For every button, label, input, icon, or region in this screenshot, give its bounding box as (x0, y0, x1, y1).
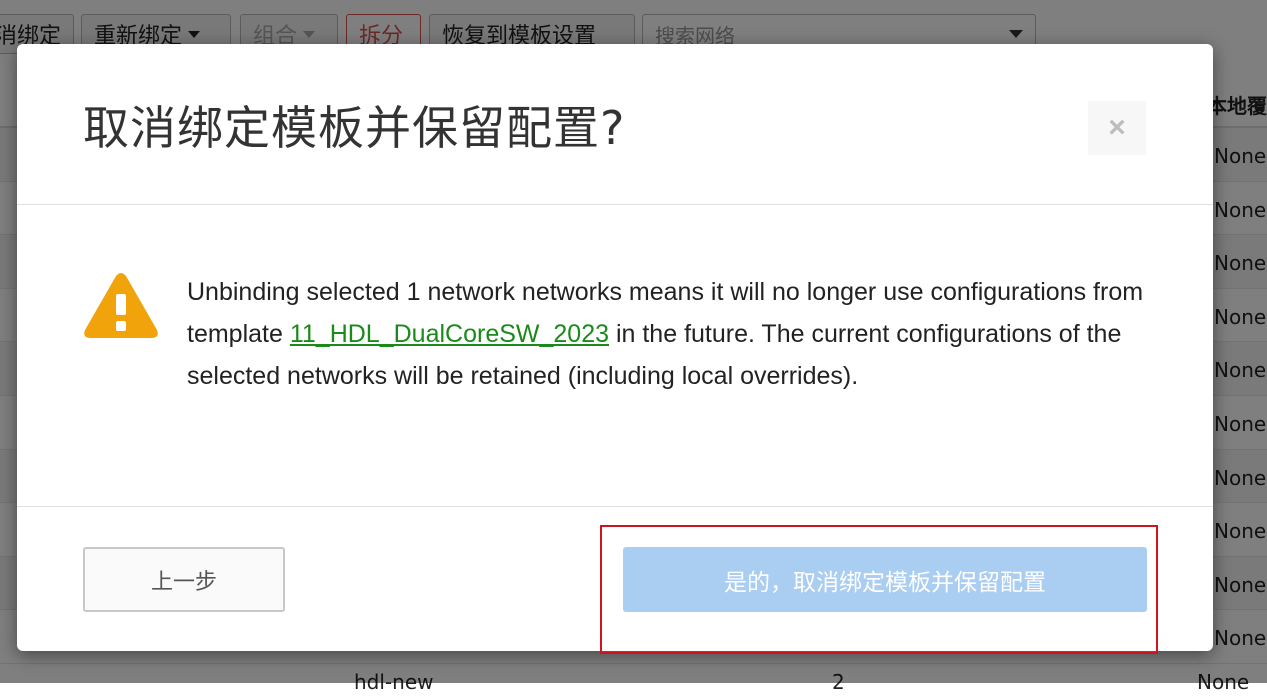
dialog-title: 取消绑定模板并保留配置? (83, 101, 626, 155)
highlight-annotation (600, 525, 1158, 654)
warning-triangle-icon (84, 273, 158, 338)
template-link[interactable]: 11_HDL_DualCoreSW_2023 (290, 320, 609, 348)
back-button[interactable]: 上一步 (83, 547, 285, 612)
close-icon: × (1108, 111, 1126, 144)
dialog-body: Unbinding selected 1 network networks me… (17, 205, 1213, 507)
close-button[interactable]: × (1088, 101, 1146, 155)
dialog-message: Unbinding selected 1 network networks me… (187, 271, 1202, 397)
dialog-header: 取消绑定模板并保留配置? × (17, 44, 1213, 205)
